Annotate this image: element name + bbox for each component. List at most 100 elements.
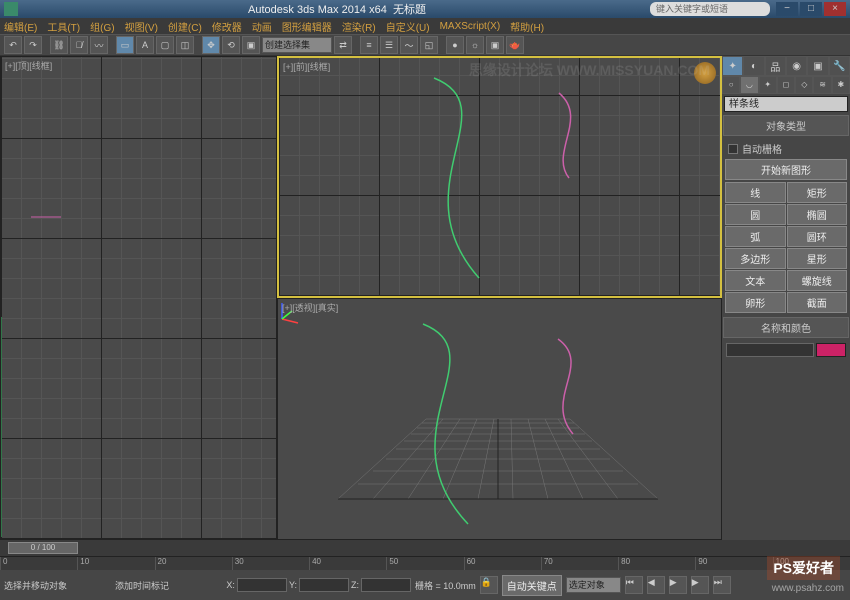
menu-modifiers[interactable]: 修改器 [212, 19, 242, 34]
hierarchy-icon: 品 [770, 59, 780, 74]
render-setup-button[interactable]: ☼ [466, 36, 484, 54]
menu-view[interactable]: 视图(V) [125, 19, 158, 34]
create-star-button[interactable]: 星形 [787, 248, 848, 269]
create-ngon-button[interactable]: 多边形 [725, 248, 786, 269]
curve-editor-button[interactable]: 〜 [400, 36, 418, 54]
time-slider-handle[interactable]: 0 / 100 [8, 542, 78, 554]
selection-filter-dropdown[interactable]: 选定对象 [566, 577, 621, 593]
menu-maxscript[interactable]: MAXScript(X) [440, 21, 501, 32]
create-text-button[interactable]: 文本 [725, 270, 786, 291]
create-arc-button[interactable]: 弧 [725, 226, 786, 247]
subtab-lights[interactable]: ✦ [759, 76, 777, 94]
tab-create[interactable]: ✦ [722, 56, 743, 76]
select-name-button[interactable]: A [136, 36, 154, 54]
menu-customize[interactable]: 自定义(U) [386, 19, 430, 34]
play-prev-button[interactable]: ◀ [647, 576, 665, 594]
play-button[interactable]: ▶ [669, 576, 687, 594]
start-new-shape-button[interactable]: 开始新图形 [725, 159, 847, 180]
menu-animation[interactable]: 动画 [252, 19, 272, 34]
material-editor-button[interactable]: ● [446, 36, 464, 54]
tab-utilities[interactable]: 🔧 [829, 56, 850, 76]
category-dropdown[interactable]: 样条线 [724, 96, 848, 112]
z-coord-input[interactable] [361, 578, 411, 592]
tab-motion[interactable]: ◉ [786, 56, 807, 76]
menu-group[interactable]: 组(G) [90, 19, 114, 34]
object-name-input[interactable] [726, 343, 814, 357]
status-prompt: 选择并移动对象 [4, 579, 67, 592]
display-icon: ▣ [813, 61, 822, 72]
create-section-button[interactable]: 截面 [787, 292, 848, 313]
create-circle-button[interactable]: 圆 [725, 204, 786, 225]
create-ellipse-button[interactable]: 椭圆 [787, 204, 848, 225]
subtab-systems[interactable]: ✱ [832, 76, 850, 94]
main-toolbar: ↶ ↷ ⛓ ⛓̸ 〰 ▭ A ▢ ◫ ✥ ⟲ ▣ 创建选择集 ⇄ ≡ ☰ 〜 ◱… [0, 34, 850, 56]
autokey-button[interactable]: 自动关键点 [502, 575, 562, 596]
schematic-view-button[interactable]: ◱ [420, 36, 438, 54]
viewport-front-canvas [279, 58, 720, 296]
rollout-name-color[interactable]: 名称和颜色 [723, 317, 849, 338]
lock-selection-button[interactable]: 🔒 [480, 576, 498, 594]
render-button[interactable]: 🫖 [506, 36, 524, 54]
rollout-object-type[interactable]: 对象类型 [723, 115, 849, 136]
subtab-spacewarps[interactable]: ≋ [813, 76, 831, 94]
create-egg-button[interactable]: 卵形 [725, 292, 786, 313]
align-button[interactable]: ≡ [360, 36, 378, 54]
create-line-button[interactable]: 线 [725, 182, 786, 203]
menu-create[interactable]: 创建(C) [168, 19, 202, 34]
command-panel-tabs: ✦ ◐ 品 ◉ ▣ 🔧 [722, 56, 850, 76]
viewport-label[interactable]: [+][顶][线框] [5, 59, 52, 72]
link-button[interactable]: ⛓ [50, 36, 68, 54]
subtab-shapes[interactable]: ◡ [740, 76, 758, 94]
status-prompt2: 添加时间标记 [115, 579, 169, 592]
menu-rendering[interactable]: 渲染(R) [342, 19, 376, 34]
tab-modify[interactable]: ◐ [743, 56, 764, 76]
x-coord-input[interactable] [237, 578, 287, 592]
create-donut-button[interactable]: 圆环 [787, 226, 848, 247]
window-titlebar: Autodesk 3ds Max 2014 x64 无标题 键入关键字或短语 −… [0, 0, 850, 18]
subtab-cameras[interactable]: ◻ [777, 76, 795, 94]
viewport-top[interactable]: [+][顶][线框] [0, 56, 277, 540]
menu-grapheditors[interactable]: 图形编辑器 [282, 19, 332, 34]
viewport-front[interactable]: [+][前][线框] [277, 56, 722, 298]
create-helix-button[interactable]: 螺旋线 [787, 270, 848, 291]
subtab-helpers[interactable]: ◇ [795, 76, 813, 94]
create-rectangle-button[interactable]: 矩形 [787, 182, 848, 203]
redo-button[interactable]: ↷ [24, 36, 42, 54]
close-button[interactable]: × [824, 2, 846, 16]
menu-edit[interactable]: 编辑(E) [4, 19, 37, 34]
select-scale-button[interactable]: ▣ [242, 36, 260, 54]
time-slider[interactable]: 0 / 100 [0, 540, 850, 556]
layers-button[interactable]: ☰ [380, 36, 398, 54]
mirror-button[interactable]: ⇄ [334, 36, 352, 54]
viewport-label[interactable]: [+][透视][真实] [282, 301, 338, 314]
selection-set-dropdown[interactable]: 创建选择集 [262, 37, 332, 53]
play-end-button[interactable]: ⏭ [713, 576, 731, 594]
tab-display[interactable]: ▣ [807, 56, 828, 76]
viewport-label[interactable]: [+][前][线框] [283, 60, 330, 73]
window-crossing-button[interactable]: ◫ [176, 36, 194, 54]
play-next-button[interactable]: ▶ [691, 576, 709, 594]
subtab-geometry[interactable]: ○ [722, 76, 740, 94]
menu-tools[interactable]: 工具(T) [47, 19, 80, 34]
select-move-button[interactable]: ✥ [202, 36, 220, 54]
play-start-button[interactable]: ⏮ [625, 576, 643, 594]
undo-button[interactable]: ↶ [4, 36, 22, 54]
help-search-input[interactable]: 键入关键字或短语 [650, 2, 770, 16]
select-region-button[interactable]: ▢ [156, 36, 174, 54]
y-coord-input[interactable] [299, 578, 349, 592]
menu-help[interactable]: 帮助(H) [510, 19, 544, 34]
maximize-button[interactable]: □ [800, 2, 822, 16]
app-logo-icon [4, 2, 18, 16]
viewport-perspective[interactable]: [+][透视][真实] [277, 298, 722, 540]
render-frame-button[interactable]: ▣ [486, 36, 504, 54]
select-object-button[interactable]: ▭ [116, 36, 134, 54]
tab-hierarchy[interactable]: 品 [765, 56, 786, 76]
unlink-button[interactable]: ⛓̸ [70, 36, 88, 54]
time-ruler[interactable]: 0 10 20 30 40 50 60 70 80 90 100 [0, 556, 850, 570]
workspace: [+][顶][线框] [+][前][线框] [+][透视][真实] [0, 56, 850, 540]
bind-spacewarp-button[interactable]: 〰 [90, 36, 108, 54]
select-rotate-button[interactable]: ⟲ [222, 36, 240, 54]
object-color-swatch[interactable] [816, 343, 846, 357]
autogrid-checkbox[interactable] [728, 144, 738, 154]
minimize-button[interactable]: − [776, 2, 798, 16]
